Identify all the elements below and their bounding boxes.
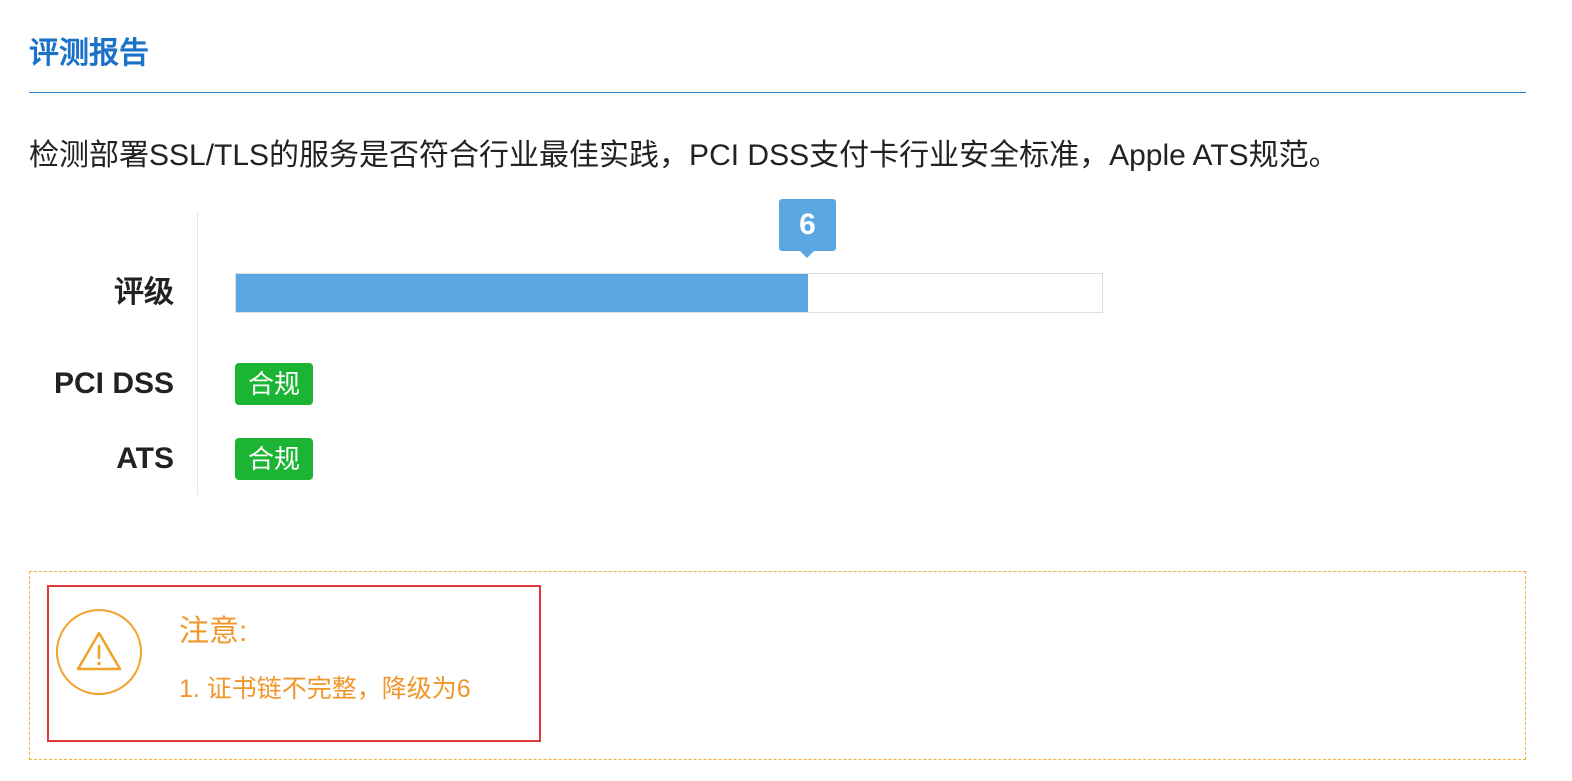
rating-label: 评级: [114, 276, 174, 309]
pci-dss-status-badge: 合规: [235, 363, 313, 405]
notice-title: 注意:: [179, 615, 248, 648]
ats-status-badge: 合规: [235, 438, 313, 480]
label-column-divider: [197, 213, 198, 495]
report-page: 评测报告 检测部署SSL/TLS的服务是否符合行业最佳实践，PCI DSS支付卡…: [0, 0, 1572, 781]
page-title: 评测报告: [29, 37, 149, 70]
rating-progress-bar: [235, 273, 1103, 313]
score-tooltip-arrow: [800, 251, 814, 258]
score-tooltip: 6: [779, 199, 836, 251]
report-description: 检测部署SSL/TLS的服务是否符合行业最佳实践，PCI DSS支付卡行业安全标…: [29, 139, 1339, 172]
title-divider: [29, 92, 1526, 93]
notice-item: 1. 证书链不完整，降级为6: [179, 675, 471, 703]
ats-label: ATS: [116, 442, 174, 475]
rating-progress-fill: [236, 274, 808, 312]
warning-icon: [56, 609, 142, 695]
pci-dss-label: PCI DSS: [53, 367, 174, 400]
